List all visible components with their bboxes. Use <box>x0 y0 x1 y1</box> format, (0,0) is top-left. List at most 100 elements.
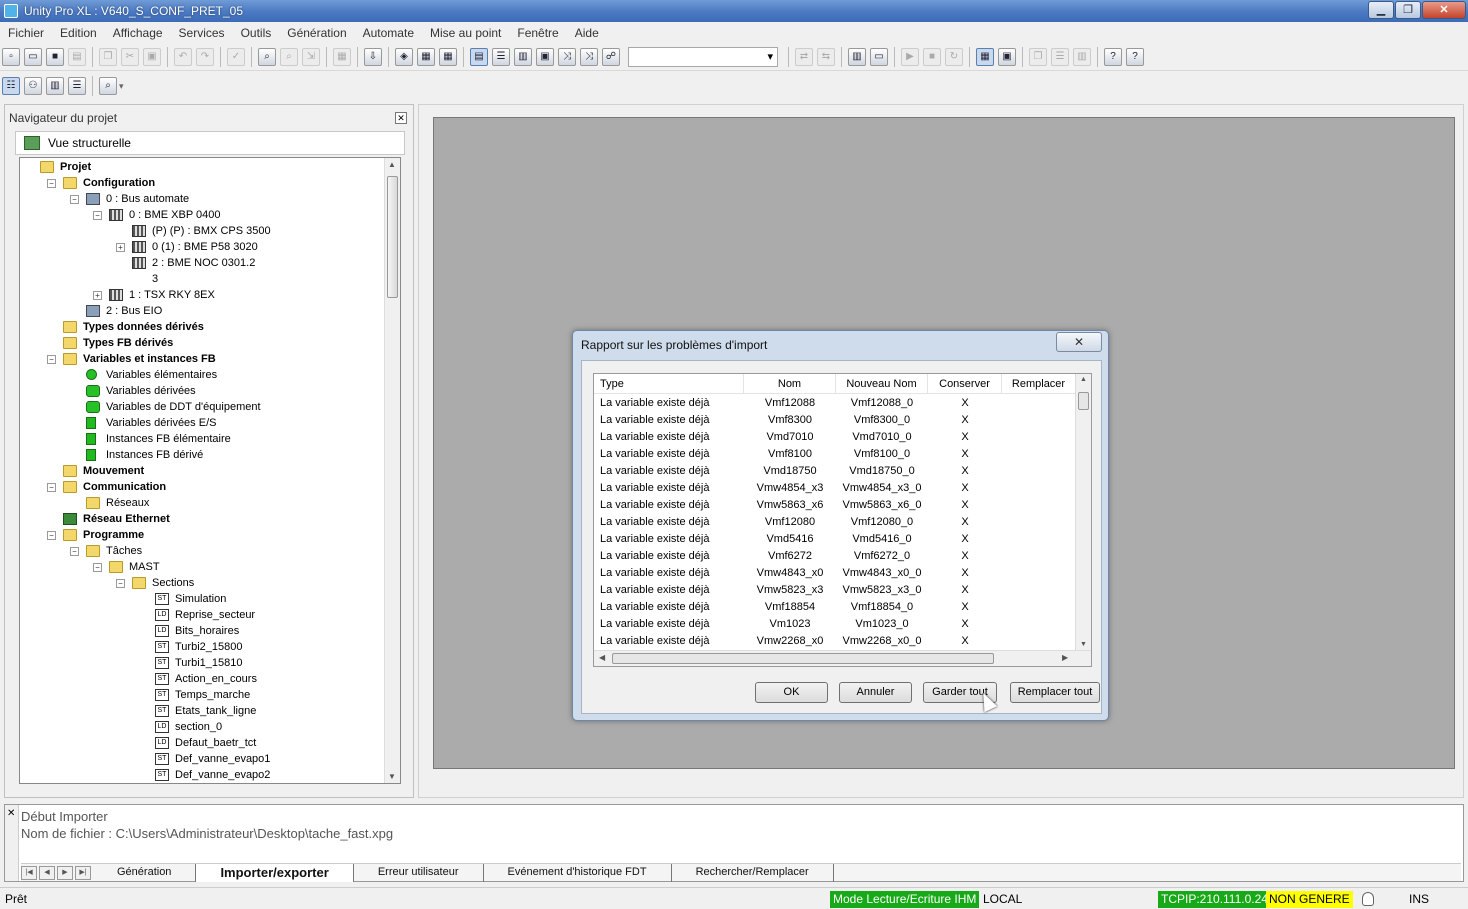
navigator-close-button[interactable]: ✕ <box>395 112 407 124</box>
tab-next-icon[interactable]: ▶ <box>57 865 73 880</box>
structure-icon[interactable]: ☰ <box>492 47 510 66</box>
table-cell[interactable] <box>1002 514 1076 531</box>
table-cell[interactable] <box>1002 616 1076 633</box>
tree-node[interactable]: Types FB dérivés <box>20 335 384 351</box>
table-cell[interactable] <box>1002 599 1076 616</box>
table-cell[interactable] <box>1002 633 1076 650</box>
functional-view-icon[interactable]: ⚇ <box>24 77 42 95</box>
table-row[interactable]: La variable existe déjà Vmw5823_x3 Vmw5823… <box>594 582 1076 599</box>
menu-item[interactable]: Automate <box>355 26 422 40</box>
maximize-button[interactable]: ❐ <box>1395 1 1421 19</box>
table-row[interactable]: La variable existe déjà Vmd18750 Vmd18750_… <box>594 463 1076 480</box>
open-icon[interactable]: ▭ <box>24 47 42 66</box>
tree-node[interactable]: +0 (1) : BME P58 3020 <box>20 239 384 255</box>
tree-node[interactable]: LD Bits_horaires <box>20 623 384 639</box>
rebuild-icon[interactable]: ▦ <box>417 47 435 66</box>
column-header[interactable]: Type <box>594 374 744 394</box>
sim-icon[interactable]: ▭ <box>870 47 888 66</box>
tab-first-icon[interactable]: |◀ <box>21 865 37 880</box>
scroll-up-icon[interactable]: ▲ <box>388 160 396 169</box>
table-row[interactable]: La variable existe déjà Vmd5416 Vmd5416_0 X <box>594 531 1076 548</box>
save-icon[interactable]: ■ <box>46 47 64 66</box>
table-cell[interactable] <box>1002 531 1076 548</box>
tree-node[interactable]: ST Turbi1_15810 <box>20 655 384 671</box>
output-tab[interactable]: Génération <box>93 863 197 882</box>
replace-icon[interactable]: ⌕ <box>280 47 298 66</box>
table-row[interactable]: La variable existe déjà Vm1023 Vm1023_0 X <box>594 616 1076 633</box>
structural-view-icon[interactable]: ☷ <box>2 77 20 95</box>
table-row[interactable]: La variable existe déjà Vmf6272 Vmf6272_0 X <box>594 548 1076 565</box>
tree-node[interactable]: Variables dérivées E/S <box>20 415 384 431</box>
tree-node[interactable]: Instances FB élémentaire <box>20 431 384 447</box>
output-tab[interactable]: Erreur utilisateur <box>354 863 484 882</box>
menu-item[interactable]: Fichier <box>0 26 52 40</box>
expand-icon[interactable]: + <box>116 243 125 252</box>
scroll-thumb[interactable] <box>387 176 398 298</box>
cancel-button[interactable]: Annuler <box>839 682 912 703</box>
table-cell[interactable]: X <box>928 582 1002 599</box>
table-row[interactable]: La variable existe déjà Vmf12088 Vmf12088_… <box>594 395 1076 412</box>
menu-item[interactable]: Outils <box>233 26 280 40</box>
tree-node[interactable]: − Programme <box>20 527 384 543</box>
minimize-button[interactable]: ▁ <box>1368 1 1394 19</box>
tree-vertical-scrollbar[interactable]: ▲ ▼ <box>384 158 400 783</box>
output-tab[interactable]: Importer/exporter <box>196 863 354 882</box>
column-header[interactable]: Conserver <box>928 374 1002 394</box>
tree-node[interactable]: Projet <box>20 159 384 175</box>
scroll-left-icon[interactable]: ◀ <box>599 653 605 662</box>
tree-node[interactable]: − 0 : BME XBP 0400 <box>20 207 384 223</box>
print-icon[interactable]: ▤ <box>68 47 86 66</box>
tree-node[interactable]: ST Etats_tank_ligne <box>20 703 384 719</box>
table-cell[interactable]: X <box>928 565 1002 582</box>
import-problems-table[interactable]: Type Nom Nouveau Nom Conserver Remplacer La … <box>593 373 1092 667</box>
table-row[interactable]: La variable existe déjà Vmd7010 Vmd7010_0 X <box>594 429 1076 446</box>
collapse-icon[interactable]: − <box>116 579 125 588</box>
connect-icon[interactable]: ⇄ <box>795 47 813 66</box>
scroll-up-icon[interactable]: ▲ <box>1080 376 1087 383</box>
tab-prev-icon[interactable]: ◀ <box>39 865 55 880</box>
project-browser-icon[interactable]: ▤ <box>470 47 488 66</box>
tree-node[interactable]: LD Reprise_secteur <box>20 607 384 623</box>
zoom-icon[interactable]: ⌕ <box>99 77 117 95</box>
goto-icon[interactable]: ⇲ <box>302 47 320 66</box>
tree-node[interactable]: − Variables et instances FB <box>20 351 384 367</box>
table-cell[interactable]: X <box>928 412 1002 429</box>
tree-node[interactable]: ST Def_vanne_evapo1 <box>20 751 384 767</box>
table-cell[interactable] <box>1002 412 1076 429</box>
properties-icon[interactable]: ▦ <box>333 47 351 66</box>
table-row[interactable]: La variable existe déjà Vmw4854_x3 Vmw4854… <box>594 480 1076 497</box>
menu-item[interactable]: Edition <box>52 26 105 40</box>
tree-node[interactable]: ST Temps_marche <box>20 687 384 703</box>
tree-node[interactable]: (P) (P) : BMX CPS 3500 <box>20 223 384 239</box>
run-icon[interactable]: ▶ <box>901 47 919 66</box>
table-row[interactable]: La variable existe déjà Vmw4843_x0 Vmw4843… <box>594 565 1076 582</box>
split-horizontal-icon[interactable]: ☰ <box>68 77 86 95</box>
tree-node[interactable]: ST Action_en_cours <box>20 671 384 687</box>
table-row[interactable]: La variable existe déjà Vmf18854 Vmf18854_… <box>594 599 1076 616</box>
table-row[interactable]: La variable existe déjà Vmf8300 Vmf8300_0 X <box>594 412 1076 429</box>
table-cell[interactable]: X <box>928 599 1002 616</box>
context-help-icon[interactable]: ? <box>1126 47 1144 66</box>
rebuild-all-icon[interactable]: ▦ <box>439 47 457 66</box>
table-cell[interactable]: X <box>928 616 1002 633</box>
binoculars-icon[interactable]: ☍ <box>602 47 620 66</box>
tree-node[interactable]: 2 : Bus EIO <box>20 303 384 319</box>
search-combo[interactable] <box>628 46 778 67</box>
table-cell[interactable] <box>1002 497 1076 514</box>
menu-item[interactable]: Fenêtre <box>509 26 566 40</box>
replace-all-button[interactable]: Remplacer tout <box>1010 682 1100 703</box>
output-tab[interactable]: Rechercher/Remplacer <box>672 863 834 882</box>
collapse-icon[interactable]: − <box>47 179 56 188</box>
tree-node[interactable]: ST Def_vanne_evapo2 <box>20 767 384 783</box>
table-vertical-scrollbar[interactable]: ▲ ▼ <box>1075 374 1091 650</box>
table-cell[interactable]: X <box>928 633 1002 650</box>
tree-node[interactable]: − Tâches <box>20 543 384 559</box>
paste-icon[interactable]: ▣ <box>143 47 161 66</box>
tree-node[interactable]: ST Simulation <box>20 591 384 607</box>
table-horizontal-scrollbar[interactable]: ◀ ▶ <box>594 650 1091 666</box>
table-row[interactable]: La variable existe déjà Vmw2268_x0 Vmw2268… <box>594 633 1076 650</box>
table-row[interactable]: La variable existe déjà Vmw5863_x6 Vmw5863… <box>594 497 1076 514</box>
table-row[interactable]: La variable existe déjà Vmf12080 Vmf12080_… <box>594 514 1076 531</box>
table-cell[interactable]: X <box>928 548 1002 565</box>
dialog-close-button[interactable]: ✕ <box>1056 332 1102 352</box>
